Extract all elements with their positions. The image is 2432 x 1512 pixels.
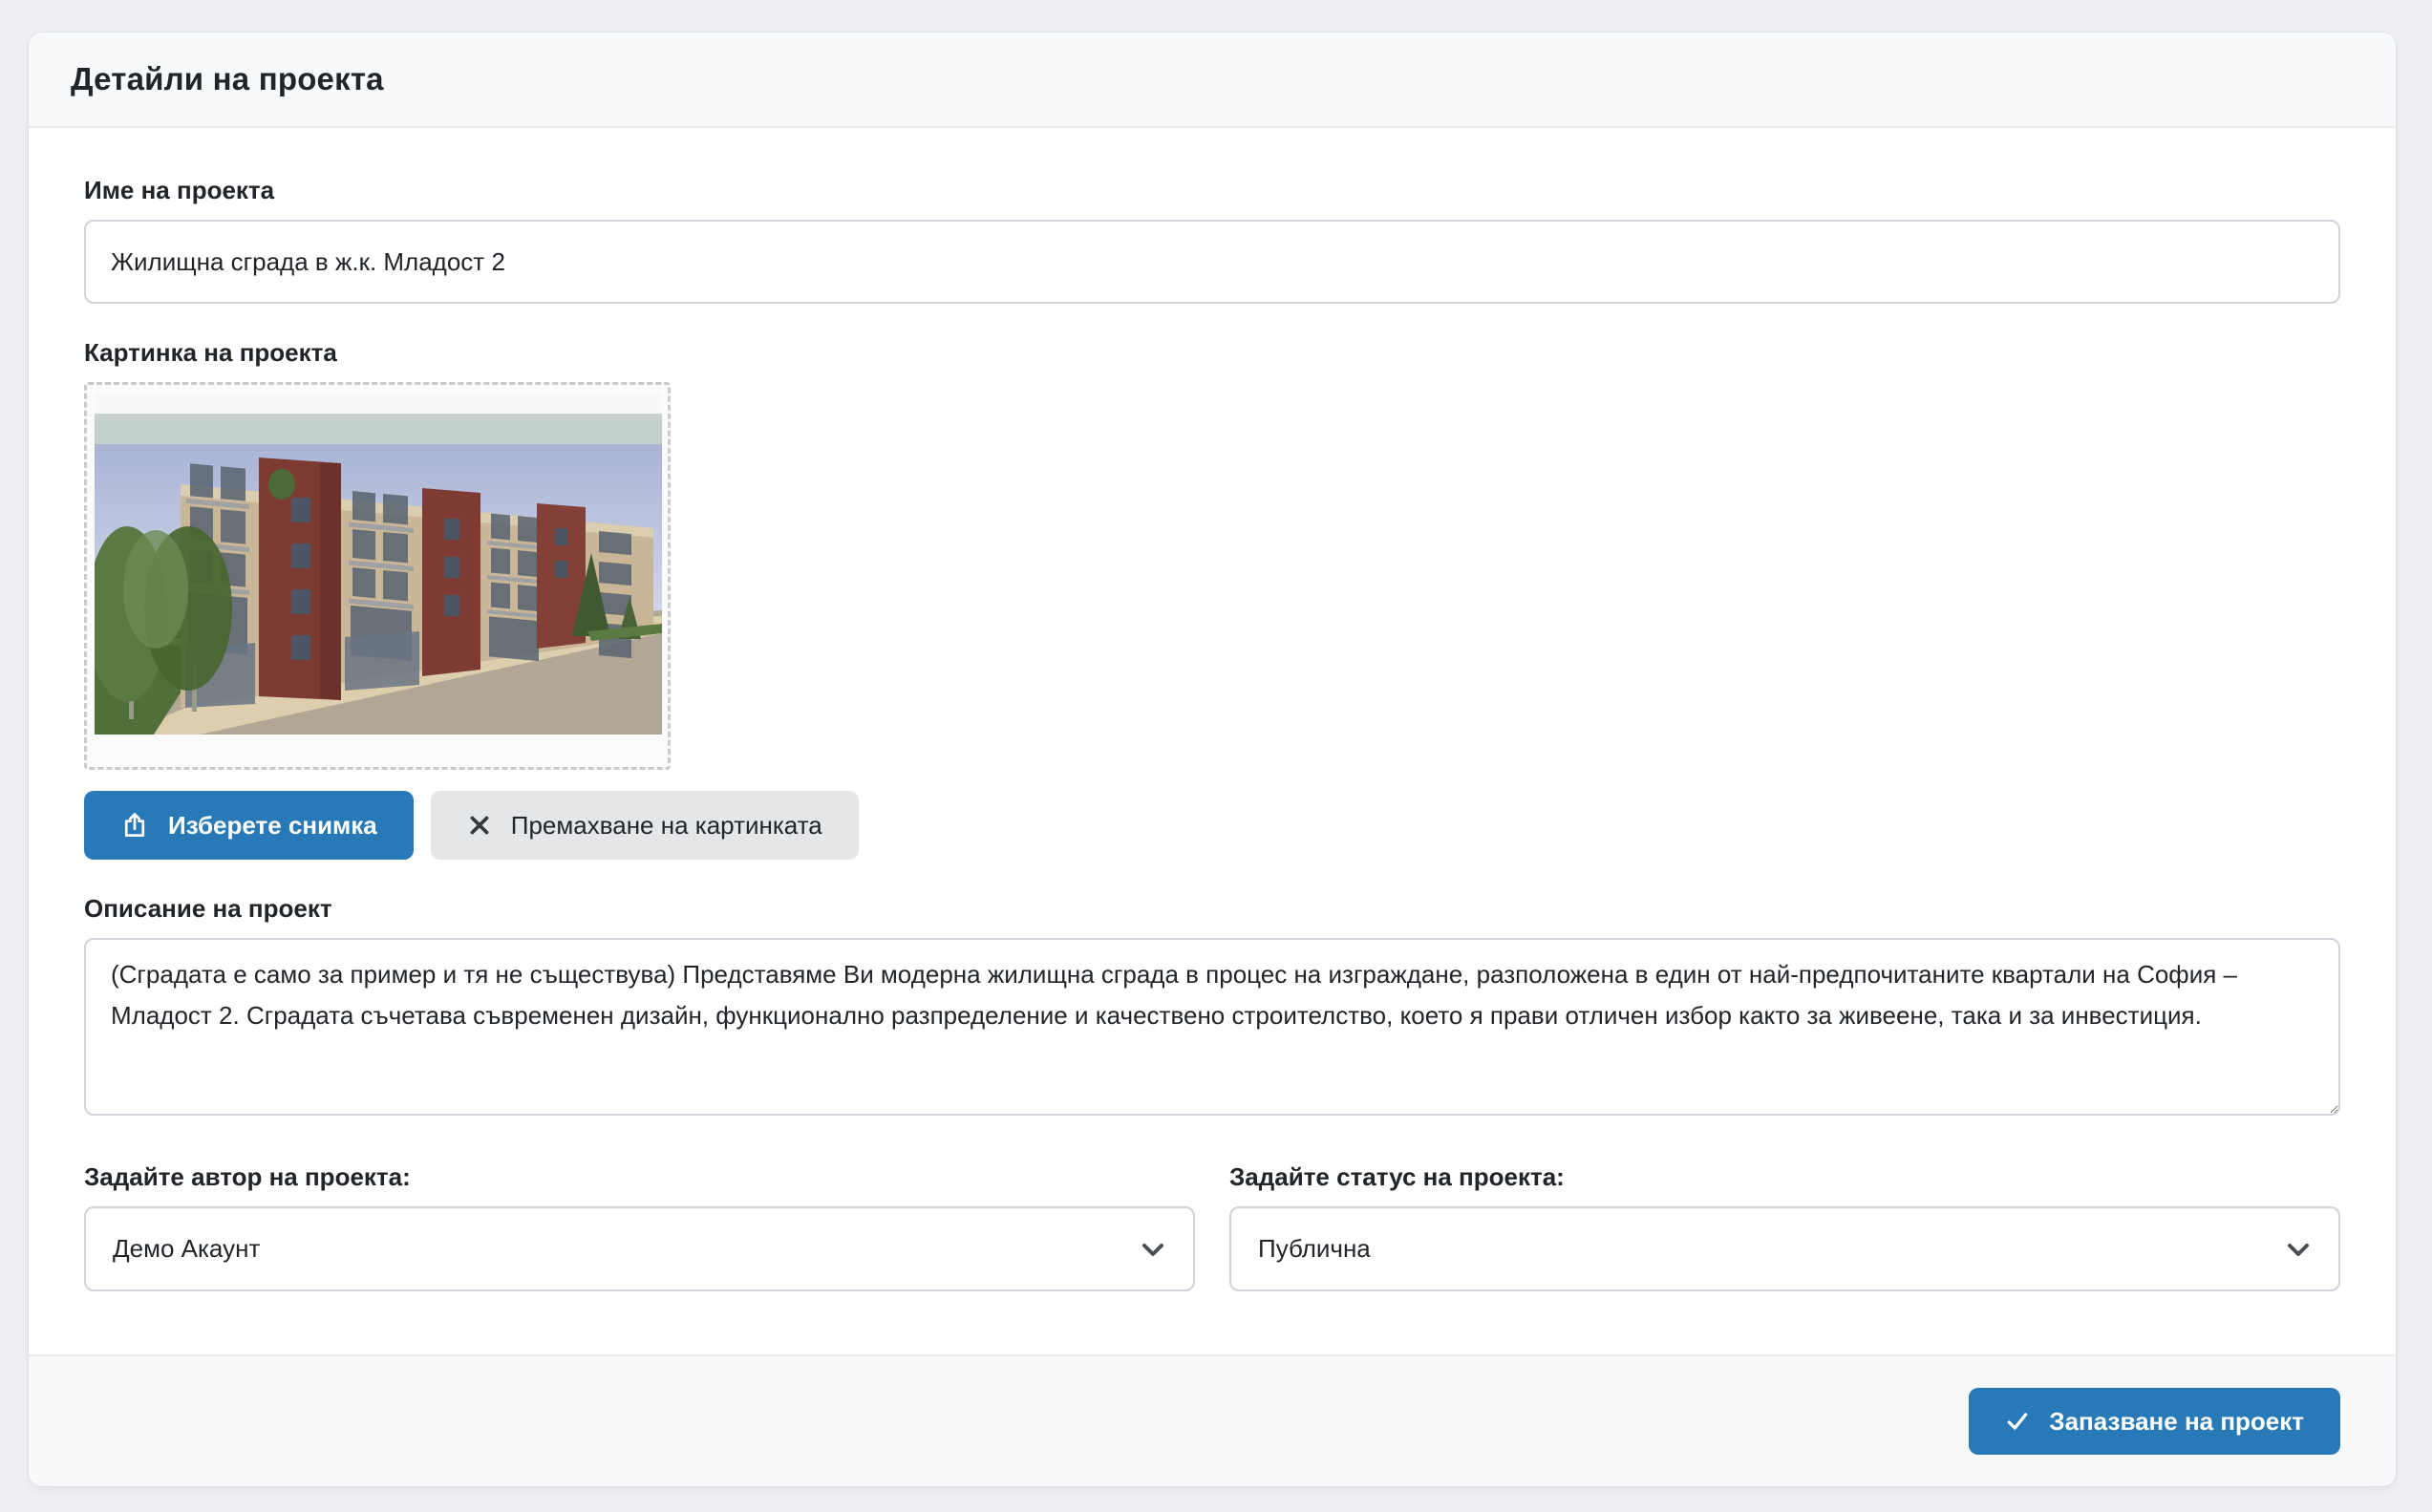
project-author-label: Задайте автор на проекта:	[84, 1162, 411, 1191]
project-image-label: Картинка на проекта	[84, 338, 337, 367]
project-author-select[interactable]: Демо Акаунт	[84, 1206, 1195, 1291]
upload-icon	[124, 813, 145, 837]
project-description-label: Описание на проект	[84, 894, 332, 923]
choose-image-button[interactable]: Изберете снимка	[84, 791, 414, 860]
card-footer: Запазване на проект	[29, 1354, 2396, 1486]
project-status-label: Задайте статус на проекта:	[1229, 1162, 1565, 1191]
project-image-group: Картинка на проекта Изберете снимка Прем…	[84, 338, 2340, 860]
project-author-column: Задайте автор на проекта: Демо Акаунт	[84, 1162, 1195, 1291]
card-body: Име на проекта Картинка на проекта	[29, 128, 2396, 1354]
image-buttons-row: Изберете снимка Премахване на картинката	[84, 791, 2340, 860]
choose-image-label: Изберете снимка	[168, 810, 377, 840]
project-status-column: Задайте статус на проекта: Публична	[1229, 1162, 2340, 1291]
save-project-label: Запазване на проект	[2049, 1406, 2304, 1436]
remove-image-label: Премахване на картинката	[510, 810, 822, 840]
chevron-down-icon	[1142, 1243, 1163, 1256]
save-project-button[interactable]: Запазване на проект	[1969, 1388, 2340, 1455]
project-name-input[interactable]	[84, 220, 2340, 304]
page-title: Детайли на проекта	[71, 61, 384, 96]
project-name-group: Име на проекта	[84, 176, 2340, 304]
project-description-group: Описание на проект (Сградата е само за п…	[84, 894, 2340, 1120]
project-status-select[interactable]: Публична	[1229, 1206, 2340, 1291]
remove-image-button[interactable]: Премахване на картинката	[430, 791, 859, 860]
project-details-card: Детайли на проекта Име на проекта Картин…	[29, 32, 2396, 1486]
card-header: Детайли на проекта	[29, 32, 2396, 128]
project-author-value: Демо Акаунт	[113, 1234, 261, 1263]
project-name-label: Име на проекта	[84, 176, 275, 204]
project-status-value: Публична	[1258, 1234, 1371, 1263]
check-icon	[2008, 1413, 2028, 1430]
project-image-preview	[95, 393, 662, 735]
author-status-row: Задайте автор на проекта: Демо Акаунт За…	[84, 1162, 2340, 1291]
x-icon	[470, 816, 489, 835]
image-preview-dropzone[interactable]	[84, 382, 671, 770]
chevron-down-icon	[2288, 1243, 2309, 1256]
project-description-textarea[interactable]: (Сградата е само за пример и тя не същес…	[84, 938, 2340, 1116]
